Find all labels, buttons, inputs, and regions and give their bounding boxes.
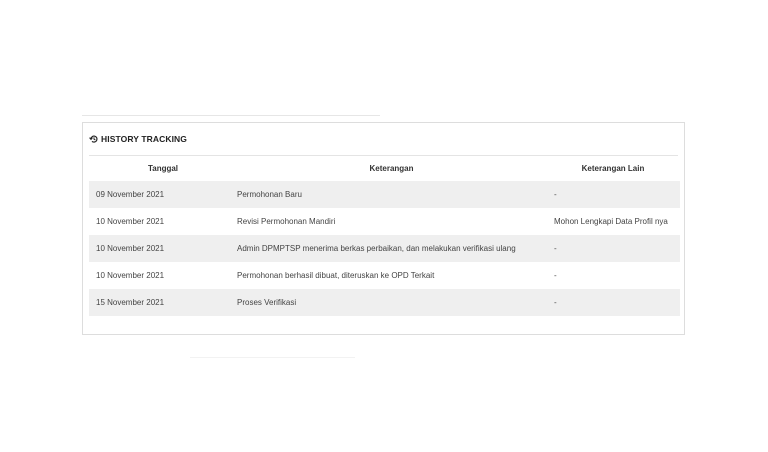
table-row: 10 November 2021 Revisi Permohonan Mandi… (89, 208, 680, 235)
table-row: 15 November 2021 Proses Verifikasi - (89, 289, 680, 316)
top-divider (82, 115, 380, 116)
cell-other: Mohon Lengkapi Data Profil nya (546, 208, 680, 235)
cell-note: Admin DPMPTSP menerima berkas perbaikan,… (237, 235, 546, 262)
cell-date: 15 November 2021 (89, 289, 237, 316)
cell-date: 10 November 2021 (89, 235, 237, 262)
history-table: Tanggal Keterangan Keterangan Lain 09 No… (89, 156, 680, 316)
cell-date: 10 November 2021 (89, 208, 237, 235)
cell-note: Permohonan berhasil dibuat, diteruskan k… (237, 262, 546, 289)
cell-note: Revisi Permohonan Mandiri (237, 208, 546, 235)
cell-other: - (546, 289, 680, 316)
table-row: 09 November 2021 Permohonan Baru - (89, 181, 680, 208)
cell-other: - (546, 262, 680, 289)
column-header-tanggal: Tanggal (147, 164, 179, 173)
history-tracking-card: HISTORY TRACKING Tanggal Keterangan Kete… (82, 122, 685, 335)
card-title: HISTORY TRACKING (101, 134, 187, 144)
card-header: HISTORY TRACKING (89, 134, 187, 144)
cell-date: 10 November 2021 (89, 262, 237, 289)
cell-note: Permohonan Baru (237, 181, 546, 208)
bottom-divider (190, 357, 355, 358)
history-icon (89, 134, 99, 144)
cell-note: Proses Verifikasi (237, 289, 546, 316)
column-header-keterangan-lain: Keterangan Lain (581, 164, 645, 173)
cell-date: 09 November 2021 (89, 181, 237, 208)
column-header-keterangan: Keterangan (369, 164, 414, 173)
table-row: 10 November 2021 Admin DPMPTSP menerima … (89, 235, 680, 262)
cell-other: - (546, 181, 680, 208)
cell-other: - (546, 235, 680, 262)
table-header-row: Tanggal Keterangan Keterangan Lain (89, 156, 680, 181)
table-row: 10 November 2021 Permohonan berhasil dib… (89, 262, 680, 289)
